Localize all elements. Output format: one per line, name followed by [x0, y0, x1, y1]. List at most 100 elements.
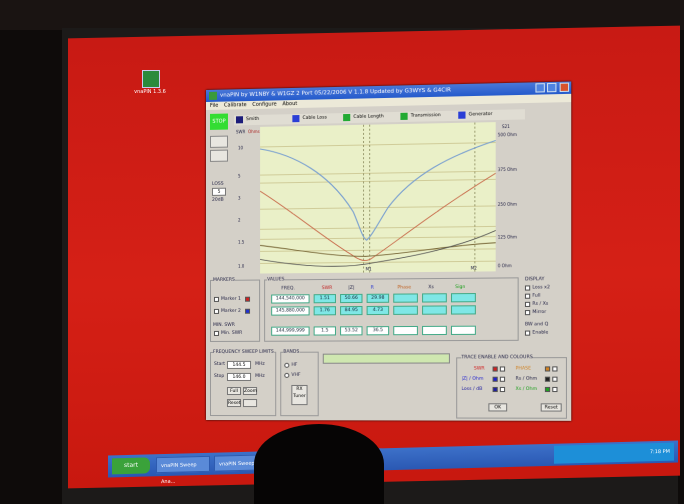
bands-group: BANDS HF VHF RX Tuner [280, 349, 319, 417]
stop-button[interactable]: STOP [209, 113, 228, 130]
values-header-swr: SWR [321, 285, 333, 292]
trace-enable-group: TRACE ENABLE AND COLOURS SWR PHASE |Z| /… [456, 355, 567, 419]
marker-2-label: M2 [471, 265, 478, 270]
marker-1-color[interactable] [245, 296, 251, 302]
left-tick-5: 1.0 [238, 264, 245, 269]
maximize-button[interactable] [547, 82, 557, 93]
trace-phase-label: PHASE [515, 366, 532, 372]
frequency-title: FREQUENCY SWEEP LIMITS [212, 349, 274, 355]
tab-transmission[interactable]: Transmission [409, 112, 443, 121]
marker-1-checkbox[interactable] [213, 296, 219, 302]
band-vhf-radio[interactable] [284, 372, 290, 378]
menu-configure[interactable]: Configure [252, 101, 276, 108]
menu-about[interactable]: About [282, 101, 297, 107]
display-option-0-checkbox[interactable] [524, 285, 531, 291]
left-tick-3: 2 [238, 218, 241, 223]
trace-xs-label: Xs / Ohm [515, 386, 538, 393]
display-option-0-label: Loss x2 [532, 285, 550, 291]
right-tick-1: 375 Ohm [498, 167, 517, 172]
tab-swatch-smith [235, 116, 244, 124]
values-row-3-phase [393, 325, 418, 336]
values-row-3-swr: 1.5 [313, 326, 336, 336]
app-icon [208, 91, 217, 100]
markers-group: MARKERS Marker 1 Marker 2 MIN. SWR Min. … [209, 277, 261, 342]
loss-field[interactable]: 5 [211, 187, 226, 196]
bands-title: BANDS [283, 349, 300, 355]
trace-rs-color[interactable] [544, 376, 551, 382]
trace-ok-button[interactable]: OK [488, 403, 508, 412]
trace-phase-color[interactable] [544, 366, 551, 372]
minimize-button[interactable] [534, 83, 545, 93]
display-title: DISPLAY [524, 277, 545, 283]
trace-phase-checkbox[interactable] [552, 366, 558, 372]
values-row-2-phase [393, 305, 418, 315]
full-button[interactable]: Full [226, 386, 242, 396]
right-axis-head: S21 [502, 124, 510, 129]
tab-smith[interactable]: Smith [244, 116, 261, 124]
start-frequency-input[interactable]: 144.5 [226, 360, 252, 369]
values-row-3-r: 36.5 [366, 326, 390, 336]
trace-xs-color[interactable] [544, 386, 551, 393]
trace-reset-button[interactable]: Reset [540, 403, 562, 412]
tab-cable-length[interactable]: Cable Length [351, 113, 386, 122]
display-group: DISPLAY Loss x2 Full Rs / Xs Mirror BW a… [524, 277, 567, 339]
stop-frequency-input[interactable]: 146.0 [226, 372, 252, 381]
min-swr-title: MIN. SWR [212, 322, 235, 328]
close-button[interactable] [559, 82, 570, 93]
left-tick-1: 5 [238, 173, 241, 178]
menu-file[interactable]: File [210, 103, 218, 109]
trace-swr-color[interactable] [492, 366, 498, 372]
tab-cable-loss[interactable]: Cable Loss [300, 114, 328, 123]
tab-swatch-cable-loss [292, 115, 300, 123]
trace-z-color[interactable] [492, 376, 498, 382]
display-option-1-checkbox[interactable] [524, 293, 531, 299]
rx-tuner-button[interactable]: RX Tuner [291, 384, 308, 406]
marker-2-checkbox[interactable] [213, 308, 219, 314]
vnapin-desktop-icon[interactable] [142, 70, 160, 88]
trace-loss-checkbox[interactable] [499, 386, 506, 393]
trace-rs-checkbox[interactable] [552, 376, 558, 382]
display-option-2-checkbox[interactable] [524, 301, 531, 307]
audience-head-silhouette [254, 424, 384, 504]
values-row-2-r: 4.73 [366, 305, 390, 316]
band-hf-radio[interactable] [284, 362, 290, 368]
values-row-2-freq[interactable]: 145,880,000 [271, 306, 310, 316]
min-swr-checkbox[interactable] [213, 330, 219, 336]
values-row-2-sign [450, 305, 476, 315]
menu-calibrate[interactable]: Calibrate [224, 102, 247, 109]
values-row-1-freq[interactable]: 144,540,000 [271, 294, 310, 304]
trace-xs-checkbox[interactable] [552, 386, 558, 393]
step-button[interactable] [243, 399, 258, 408]
sweep-plot[interactable]: SWR Ohms 10 5 3 2 1.5 1.0 S21 500 Ohm 37… [233, 121, 525, 274]
trace-z-checkbox[interactable] [499, 376, 506, 382]
taskbar-item-0[interactable]: vnaPIN Sweep Ana... [156, 455, 210, 485]
start-unit: MHz [255, 361, 265, 367]
marker-1-label: Marker 1 [220, 296, 241, 302]
marker-2-color[interactable] [245, 308, 251, 314]
bw-enable-label: Enable [532, 330, 549, 336]
tab-swatch-generator [458, 111, 466, 119]
stop-unit: MHz [255, 373, 265, 379]
right-tick-2: 250 Ohm [498, 202, 517, 207]
bw-enable-checkbox[interactable] [524, 330, 531, 336]
trace-swr-checkbox[interactable] [499, 366, 506, 372]
display-option-3-checkbox[interactable] [524, 310, 531, 316]
band-hf-label: HF [291, 362, 298, 368]
marker-1-label: M1 [366, 266, 373, 271]
display-option-2-label: Rs / Xs [532, 301, 549, 307]
values-header-z: |Z| [348, 285, 355, 291]
trace-title: TRACE ENABLE AND COLOURS [461, 355, 533, 361]
trace-loss-color[interactable] [492, 386, 498, 393]
values-row-1-r: 29.98 [366, 293, 390, 303]
zoom-button[interactable]: Zoom [243, 386, 258, 396]
hold-button[interactable] [209, 149, 228, 162]
tab-swatch-cable-length [343, 113, 351, 122]
left-tick-4: 1.5 [238, 240, 245, 245]
reset-button[interactable]: Reset [226, 399, 242, 408]
start-button[interactable]: start [112, 457, 150, 475]
left-tick-2: 3 [238, 195, 241, 200]
values-row-3-freq[interactable]: 144,999,999 [271, 326, 310, 336]
tab-generator[interactable]: Generator [467, 111, 495, 120]
clock[interactable]: 7:18 PM [650, 449, 670, 456]
single-sweep-button[interactable] [209, 135, 228, 148]
